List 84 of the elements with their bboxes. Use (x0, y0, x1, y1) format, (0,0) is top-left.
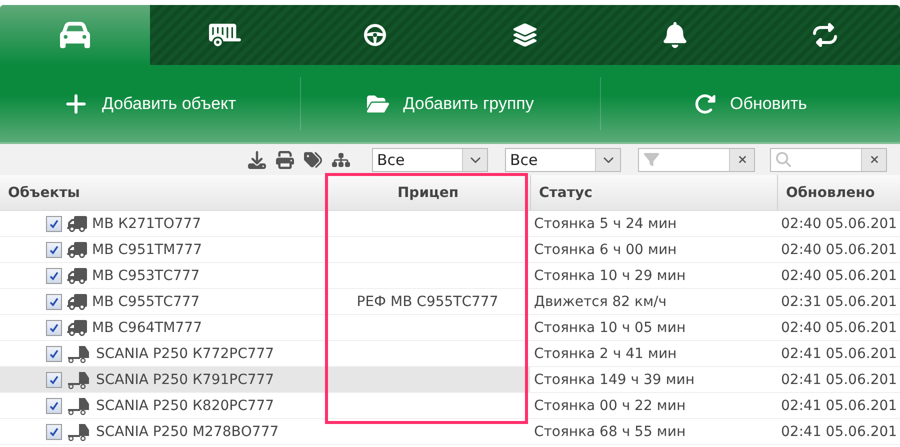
updated-time: 02:41 05.06.201 (781, 398, 898, 414)
updated-time: 02:41 05.06.201 (781, 346, 898, 362)
updated-time: 02:40 05.06.201 (781, 268, 898, 284)
checkbox[interactable] (46, 346, 62, 362)
status-text: Стоянка 10 ч 05 мин (534, 320, 686, 336)
status-text: Стоянка 5 ч 24 мин (534, 216, 677, 232)
check-icon (49, 348, 59, 358)
filter-icon (644, 152, 659, 166)
truck-icon (67, 266, 87, 286)
action-button[interactable]: Обновить (600, 77, 900, 130)
checkbox[interactable] (46, 268, 62, 284)
updated-time: 02:41 05.06.201 (781, 424, 898, 440)
truck-icon (67, 214, 87, 234)
download-icon[interactable] (248, 150, 266, 168)
layers-icon (512, 22, 538, 48)
vehicle-name[interactable]: МВ К271ТО777 (92, 216, 202, 232)
action-button[interactable]: Добавить объект (0, 77, 300, 130)
tractor-truck-icon (67, 396, 91, 414)
clear-button[interactable] (729, 148, 754, 170)
truck-icon (67, 318, 87, 338)
vehicle-name[interactable]: МВ С951ТМ777 (92, 242, 202, 258)
vehicle-name[interactable]: МВ С955ТС777 (92, 294, 200, 310)
car-icon (60, 20, 90, 50)
check-icon (49, 322, 59, 332)
vehicle-name[interactable]: МВ С964ТМ777 (92, 320, 202, 336)
search-field[interactable] (770, 148, 887, 172)
column-header[interactable]: Обновлено (777, 175, 900, 210)
updated-time: 02:40 05.06.201 (781, 216, 898, 232)
checkbox[interactable] (46, 320, 62, 336)
check-icon (49, 270, 59, 280)
column-header[interactable]: Прицеп (325, 175, 530, 210)
tags-icon[interactable] (304, 150, 322, 168)
checkbox[interactable] (46, 424, 62, 440)
status-text: Стоянка 149 ч 39 мин (534, 372, 695, 388)
dropdown[interactable]: Все (505, 148, 621, 172)
trailer-name: РЕФ МВ С955ТС777 (356, 294, 498, 310)
check-icon (49, 426, 59, 436)
truck-icon (67, 240, 87, 260)
print-icon[interactable] (276, 150, 294, 168)
filter-field[interactable] (638, 148, 755, 172)
checkbox[interactable] (46, 242, 62, 258)
updated-time: 02:40 05.06.201 (781, 320, 898, 336)
updated-time: 02:41 05.06.201 (781, 372, 898, 388)
status-text: Стоянка 68 ч 55 мин (534, 424, 686, 440)
bell-icon (662, 22, 688, 48)
folder-icon (367, 92, 390, 114)
action-button[interactable]: Добавить группу (300, 77, 600, 130)
updated-time: 02:40 05.06.201 (781, 242, 898, 258)
column-header[interactable]: Статус (530, 175, 777, 210)
status-text: Стоянка 2 ч 41 мин (534, 346, 677, 362)
swap-arrows-icon (813, 23, 837, 47)
status-text: Стоянка 10 ч 29 мин (534, 268, 686, 284)
updated-time: 02:31 05.06.201 (781, 294, 898, 310)
check-icon (49, 244, 59, 254)
checkbox[interactable] (46, 294, 62, 310)
steering-wheel-icon (363, 23, 387, 47)
check-icon (49, 296, 59, 306)
checkbox[interactable] (46, 398, 62, 414)
refresh-icon (694, 92, 716, 114)
truck-icon (67, 292, 87, 312)
checkbox[interactable] (46, 372, 62, 388)
check-icon (49, 400, 59, 410)
vehicle-name[interactable]: SCANIA P250 К772РС777 (96, 346, 274, 362)
tab[interactable] (0, 5, 150, 65)
check-icon (49, 218, 59, 228)
plus-icon (64, 92, 88, 116)
close-icon (736, 154, 748, 165)
vehicle-name[interactable]: МВ С953ТС777 (92, 268, 200, 284)
check-icon (49, 374, 59, 384)
dropdown[interactable]: Все (372, 148, 488, 172)
tractor-truck-icon (67, 344, 91, 362)
close-icon (868, 154, 880, 165)
search-icon (776, 152, 791, 166)
column-header[interactable]: Объекты (0, 175, 325, 210)
status-text: Движется 82 км/ч (534, 294, 667, 310)
tractor-truck-icon (67, 422, 91, 440)
checkbox[interactable] (46, 216, 62, 232)
hierarchy-icon[interactable] (332, 150, 350, 168)
vehicle-name[interactable]: SCANIA P250 М278ВО777 (96, 424, 279, 440)
status-text: Стоянка 6 ч 00 мин (534, 242, 677, 258)
vehicle-name[interactable]: SCANIA P250 К820РС777 (96, 398, 274, 414)
status-text: Стоянка 00 ч 22 мин (534, 398, 686, 414)
tractor-truck-icon (67, 370, 91, 388)
clear-button[interactable] (861, 148, 886, 170)
